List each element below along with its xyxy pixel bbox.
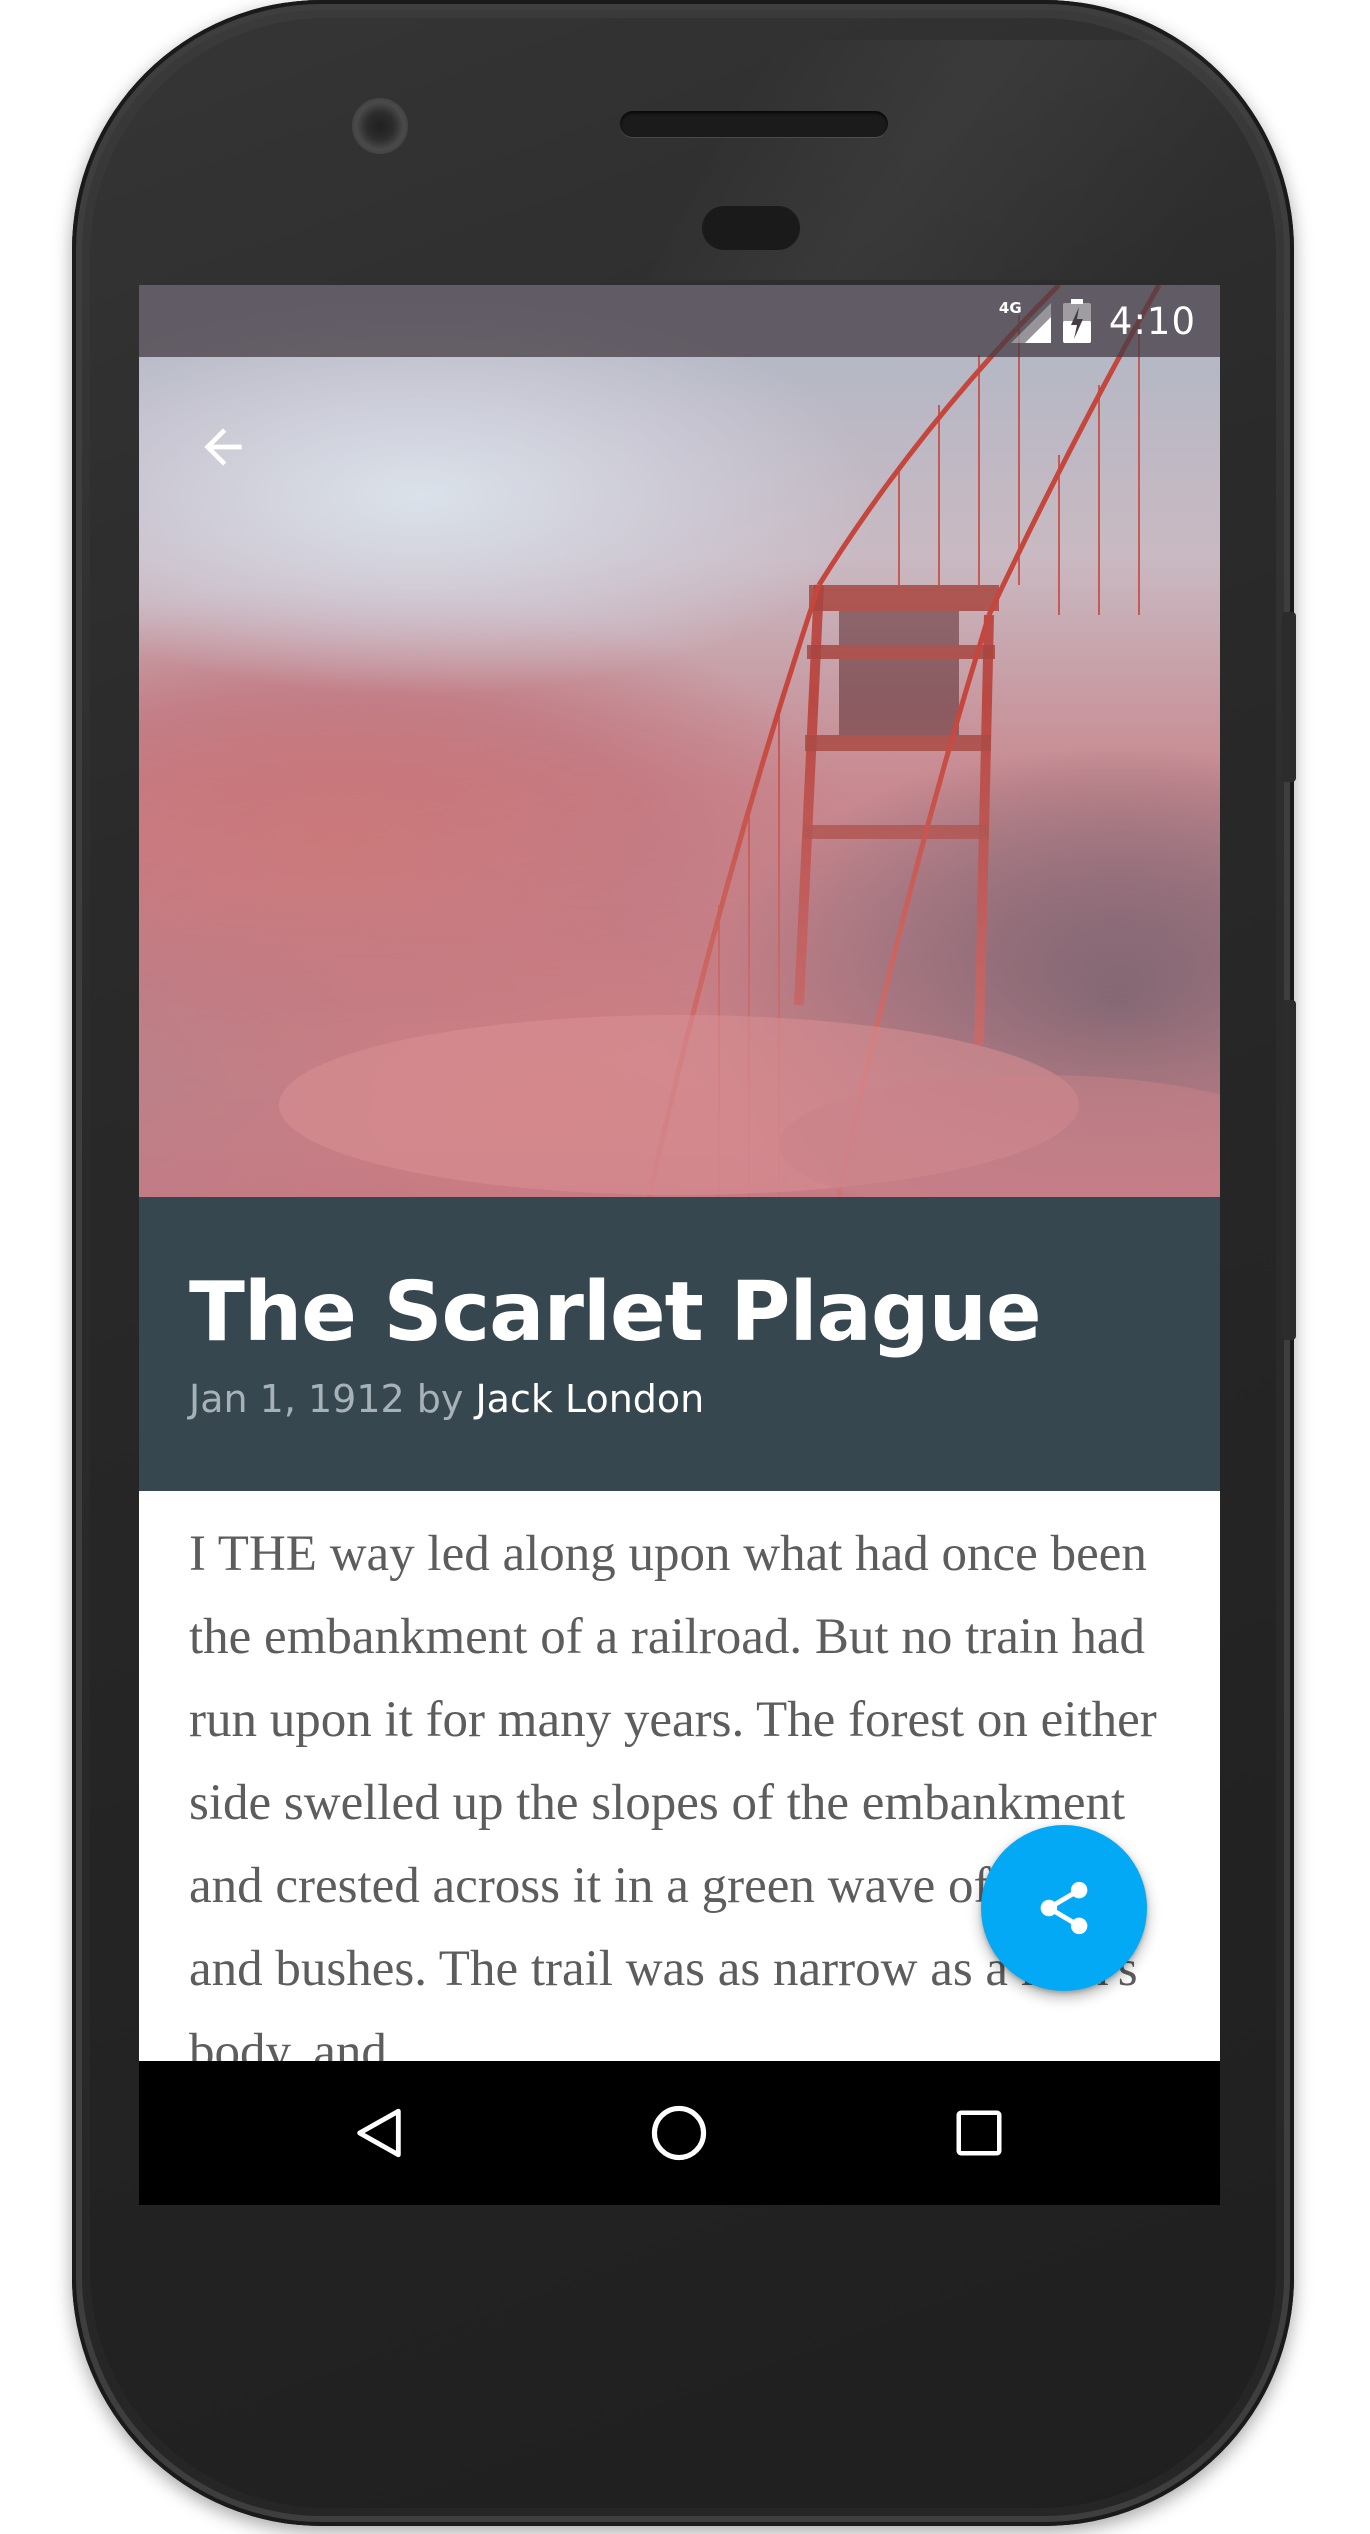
page-title: The Scarlet Plague [189,1265,1042,1360]
hero-image [139,285,1220,1197]
title-header: The Scarlet Plague Jan 1, 1912 by Jack L… [139,1197,1220,1491]
front-camera [352,98,408,154]
nav-back-button[interactable] [339,2093,419,2173]
back-button[interactable] [183,407,263,487]
navigation-bar [139,2061,1220,2205]
bridge-illustration [139,285,1220,1197]
share-icon [1040,1881,1088,1935]
nav-recents-button[interactable] [939,2093,1019,2173]
arrow-left-icon [204,428,242,466]
app-screen: 4G 4:10 The Scarlet Plague Jan 1, 1912 b… [139,285,1220,2205]
clock: 4:10 [1108,299,1196,343]
signal-icon [1010,303,1051,343]
nav-back-triangle-icon [357,2108,401,2158]
power-button [1282,612,1296,782]
author-link[interactable]: Jack London [475,1377,704,1421]
share-button[interactable] [981,1825,1147,1991]
nav-home-button[interactable] [639,2093,719,2173]
article-meta: Jan 1, 1912 by Jack London [189,1377,1170,1421]
nav-home-circle-icon [651,2105,707,2161]
volume-button [1282,1000,1296,1340]
cellular-signal: 4G [999,299,1051,343]
proximity-sensor [702,206,800,250]
status-bar: 4G 4:10 [139,285,1220,357]
battery-icon [1062,299,1091,343]
publish-date: Jan 1, 1912 by [189,1377,476,1421]
nav-recents-square-icon [956,2110,1002,2156]
earpiece-speaker [620,111,888,137]
